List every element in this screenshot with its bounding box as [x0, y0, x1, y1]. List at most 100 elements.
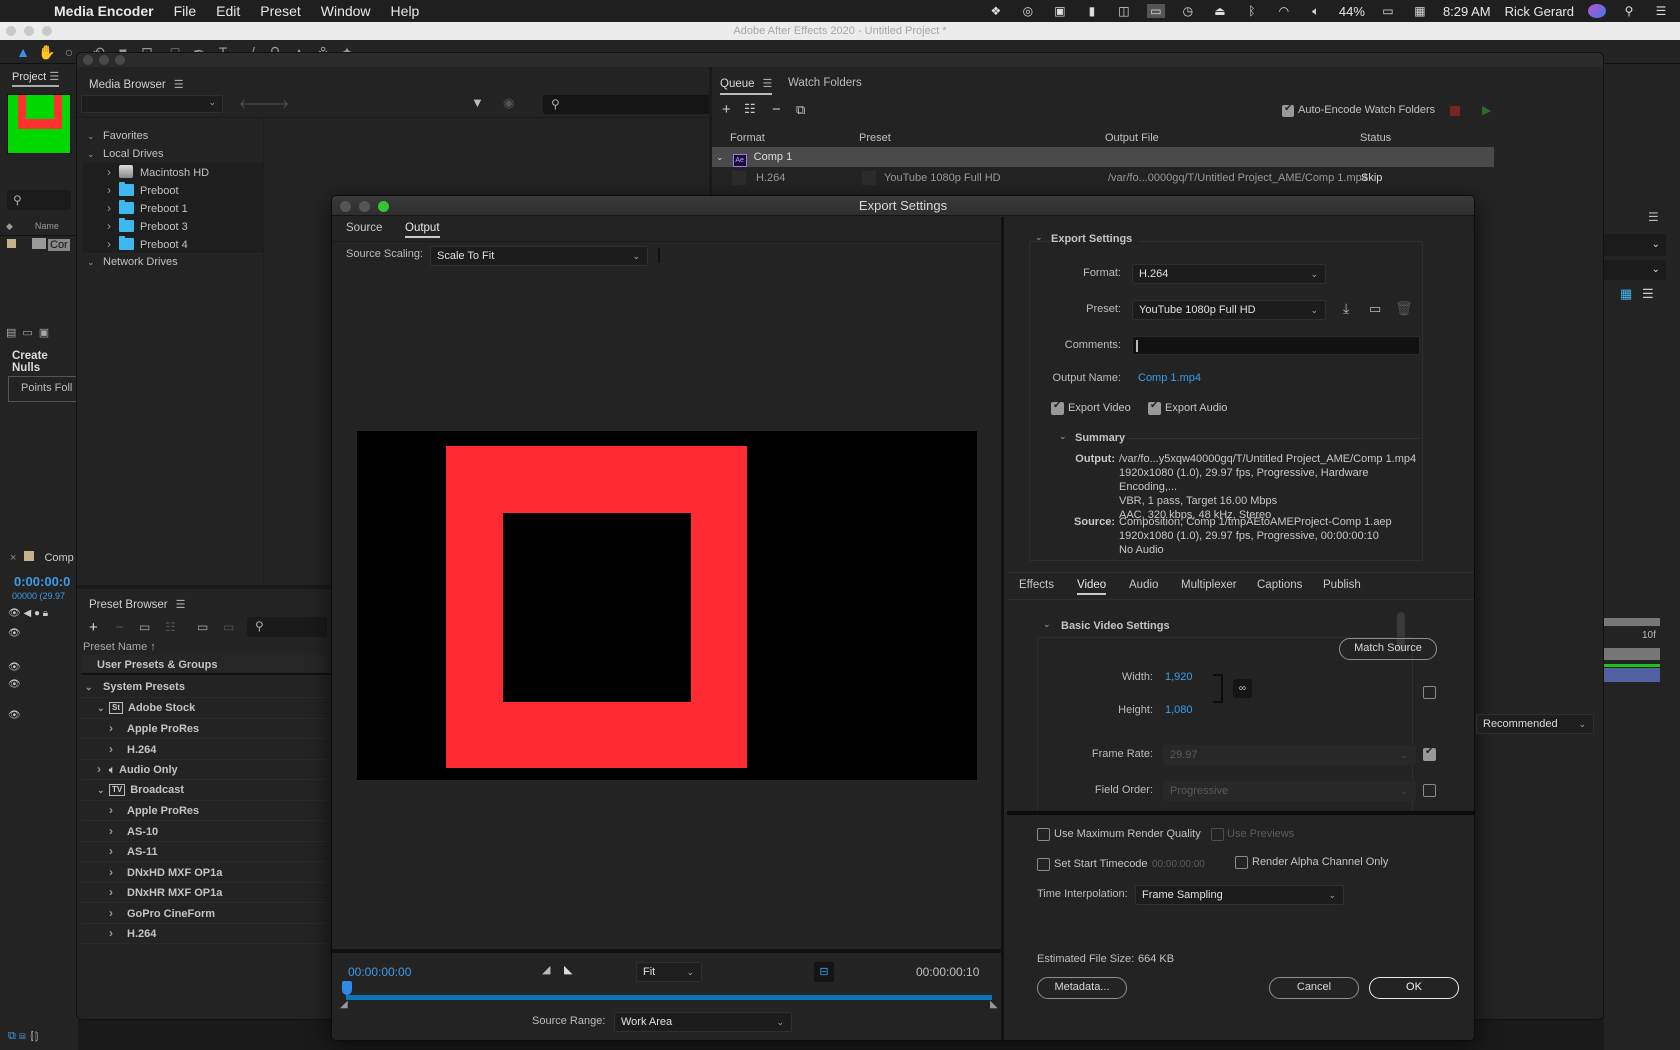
column-format[interactable]: Format [730, 132, 765, 144]
output-name-link[interactable]: Comp 1.mp4 [1138, 372, 1201, 384]
new-group-icon[interactable]: ▭ [139, 620, 150, 634]
import-preset-icon[interactable]: ▭ [1369, 301, 1381, 317]
current-timecode[interactable]: 00:00:00:00 [348, 965, 411, 979]
format-dropdown[interactable] [732, 171, 746, 185]
ae-minimize-button[interactable] [24, 26, 34, 36]
menu-window[interactable]: Window [321, 3, 371, 19]
export-preset-icon[interactable]: ▭ [223, 620, 234, 634]
chevron-right-icon[interactable]: › [109, 739, 121, 760]
timeline-scrubber[interactable] [346, 995, 992, 1000]
chevron-right-icon[interactable]: › [107, 217, 119, 236]
bluetooth-icon[interactable]: ᛒ [1243, 4, 1261, 18]
chevron-down-icon[interactable]: ⌄ [85, 677, 97, 698]
chevron-down-icon[interactable]: ⌄ [1035, 232, 1043, 243]
visibility-eye-icon[interactable]: 👁︎ [8, 628, 21, 639]
tab-multiplexer[interactable]: Multiplexer [1181, 579, 1237, 591]
delete-preset-icon[interactable]: 🗑︎ [1395, 300, 1413, 317]
menu-edit[interactable]: Edit [216, 3, 240, 19]
list-view-icon[interactable]: ☰ [1642, 286, 1654, 302]
timeline-timecode[interactable]: 0:00:00:0 [14, 574, 70, 589]
set-in-point-icon[interactable]: ◢ [542, 963, 550, 976]
tab-video[interactable]: Video [1077, 579, 1107, 595]
timeline-footer-icons[interactable]: ⧉ ⧈ ⦃⦄ [8, 1030, 40, 1043]
visibility-eye-icon[interactable]: 👁︎ [8, 679, 21, 690]
metadata-button[interactable]: Metadata... [1037, 977, 1127, 999]
max-render-quality-checkbox[interactable] [1037, 828, 1050, 841]
tab-audio[interactable]: Audio [1129, 579, 1158, 591]
project-footer-icons[interactable]: ▤▭▣ [6, 326, 55, 339]
ame-zoom-button[interactable] [115, 55, 125, 65]
height-value[interactable]: 1,080 [1165, 704, 1193, 716]
add-source-icon[interactable]: + [722, 101, 731, 118]
time-interpolation-dropdown[interactable]: Frame Sampling ⌄ [1135, 885, 1344, 905]
tree-item[interactable]: › Preboot 4 [83, 235, 263, 254]
calendar-icon[interactable]: ▦ [1411, 4, 1429, 18]
save-preset-icon[interactable]: ⤓ [1343, 300, 1349, 317]
remove-icon[interactable]: − [772, 101, 781, 118]
preset-row[interactable]: › GoPro CineForm [81, 903, 331, 924]
tab-captions[interactable]: Captions [1257, 579, 1302, 591]
dropbox-icon[interactable]: ❖ [987, 4, 1005, 18]
visibility-eye-icon[interactable]: 👁︎ [8, 662, 21, 673]
forward-arrow-icon[interactable]: 🡒 [257, 96, 289, 111]
chevron-right-icon[interactable]: › [109, 923, 121, 944]
chevron-down-icon[interactable]: ⌄ [1059, 431, 1067, 442]
panel-menu-icon[interactable]: ☰ [174, 79, 184, 91]
chevron-down-icon[interactable]: ⌄ [87, 145, 99, 164]
hand-tool-icon[interactable]: ✋ [38, 43, 56, 61]
menu-preset[interactable]: Preset [260, 3, 300, 19]
tree-item[interactable]: › Preboot [83, 181, 263, 200]
preset-settings-icon[interactable]: ☷ [165, 620, 176, 634]
time-navigator[interactable] [1604, 618, 1660, 626]
ae-close-button[interactable] [6, 26, 16, 36]
chevron-right-icon[interactable]: › [109, 862, 121, 883]
preset-row[interactable]: › Apple ProRes [81, 800, 331, 821]
zoom-level-dropdown[interactable]: Fit ⌄ [636, 962, 702, 982]
new-preset-icon[interactable]: + [89, 619, 98, 636]
comp-timeline-tab[interactable]: × Comp [0, 548, 78, 568]
chevron-down-icon[interactable]: ⌄ [87, 127, 99, 146]
add-output-icon[interactable]: ☷ [744, 101, 756, 117]
chevron-right-icon[interactable]: › [109, 800, 121, 821]
aspect-ratio-correction-icon[interactable]: ⊟ [814, 962, 834, 982]
width-value[interactable]: 1,920 [1165, 671, 1193, 683]
tab-publish[interactable]: Publish [1323, 579, 1361, 591]
duplicate-icon[interactable]: ⧉ [796, 102, 805, 118]
alpha-channel-only-checkbox[interactable] [1235, 856, 1248, 869]
field-order-override-checkbox[interactable] [1423, 784, 1436, 797]
layer-bar[interactable] [1604, 668, 1660, 682]
source-range-dropdown[interactable]: Work Area ⌄ [614, 1012, 792, 1032]
airplay-icon[interactable]: ⏏ [1211, 4, 1229, 18]
preset-row[interactable]: › 🔈︎ Audio Only [81, 759, 331, 780]
ame-close-button[interactable] [83, 55, 93, 65]
layer-switches-icons[interactable]: 👁︎ ◀ ● 🔒︎ [8, 608, 48, 619]
output-preview[interactable] [357, 431, 977, 780]
tab-output[interactable]: Output [405, 222, 440, 238]
selection-tool-icon[interactable]: ▲ [14, 43, 32, 61]
queue-output-file[interactable]: /var/fo...0000gq/T/Untitled Project_AME/… [1108, 168, 1368, 188]
import-preset-icon[interactable]: ▭ [197, 620, 208, 634]
visibility-eye-icon[interactable]: 👁︎ [8, 710, 21, 721]
menu-help[interactable]: Help [391, 3, 420, 19]
chevron-right-icon[interactable]: › [109, 882, 121, 903]
format-dropdown[interactable]: H.264 ⌄ [1132, 264, 1326, 284]
constrain-proportions-link-icon[interactable]: ∞ [1233, 679, 1252, 698]
tree-item[interactable]: ⌄ Local Drives [83, 145, 263, 164]
preset-row[interactable]: › AS-11 [81, 841, 331, 862]
start-queue-button[interactable]: ▶ [1482, 103, 1491, 117]
match-source-button[interactable]: Match Source [1339, 638, 1437, 660]
chevron-right-icon[interactable]: › [109, 821, 121, 842]
battery-icon[interactable]: ▭ [1379, 4, 1397, 18]
siri-icon[interactable] [1588, 4, 1606, 18]
panel-menu-icon[interactable]: ☰ [176, 599, 186, 611]
preset-name-column[interactable]: Preset Name ↑ [83, 641, 156, 653]
tab-source[interactable]: Source [346, 222, 382, 234]
ok-button[interactable]: OK [1369, 977, 1459, 999]
auto-encode-checkbox[interactable] [1282, 103, 1294, 117]
chevron-down-icon[interactable]: ⌄ [97, 698, 109, 719]
tab-effects[interactable]: Effects [1019, 579, 1054, 591]
set-out-point-icon[interactable]: ◣ [564, 963, 572, 976]
preset-row[interactable]: ⌄ St Adobe Stock [81, 698, 331, 719]
volume-icon[interactable]: 🔈︎ [1307, 4, 1325, 18]
queue-group-row[interactable]: ⌄ Ae Comp 1 [712, 147, 1494, 167]
